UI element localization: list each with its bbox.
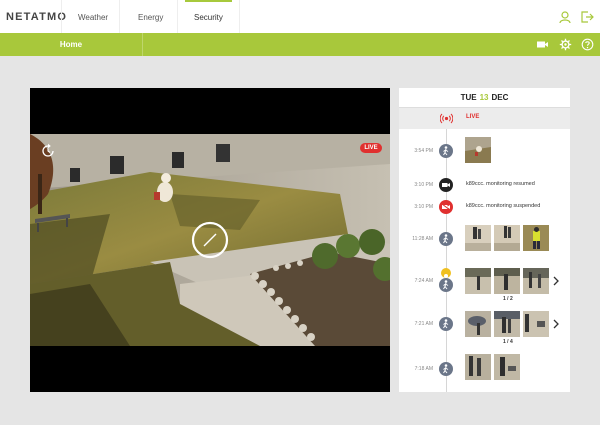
thumbnail-pager: 1 / 4: [503, 339, 513, 345]
person-icon: [439, 362, 453, 376]
timeline-date[interactable]: TUE 13 DEC: [399, 88, 570, 108]
event-thumbnail[interactable]: [465, 354, 491, 380]
live-video-player[interactable]: LIVE: [30, 88, 390, 392]
event-timeline-panel: TUE 13 DEC LIVE 3:54 PM 3:10 PM k89ccc. mo…: [399, 88, 570, 392]
person-icon: [439, 232, 453, 246]
event-time: 7:21 AM: [414, 321, 433, 327]
event-thumbnail[interactable]: [465, 268, 491, 294]
event-time: 7:18 AM: [414, 366, 433, 372]
live-badge: LIVE: [360, 143, 382, 153]
event-time: 3:10 PM: [414, 204, 433, 210]
nav-divider: [177, 0, 178, 33]
event-thumbnail[interactable]: [465, 311, 491, 337]
top-bar: NETATMO Weather Energy Security: [0, 0, 600, 33]
date-number: 13: [479, 93, 489, 102]
date-month: DEC: [491, 93, 509, 102]
nav-divider: [239, 0, 240, 33]
thumbnail-pager: 1 / 2: [503, 296, 513, 302]
tab-weather[interactable]: Weather: [78, 13, 108, 22]
person-icon: [439, 278, 453, 292]
event-time: 3:54 PM: [414, 148, 433, 154]
event-thumbnail[interactable]: [494, 354, 520, 380]
person-icon: [439, 317, 453, 331]
event-thumbnail[interactable]: [465, 137, 491, 163]
tab-energy[interactable]: Energy: [138, 13, 163, 22]
help-icon[interactable]: [581, 38, 594, 51]
chevron-right-icon[interactable]: [552, 319, 560, 329]
event-thumbnail[interactable]: [465, 225, 491, 251]
tab-security[interactable]: Security: [185, 0, 232, 22]
event-time: 11:28 AM: [412, 236, 433, 242]
alert-dot-icon: [441, 268, 451, 278]
chevron-right-icon[interactable]: [552, 276, 560, 286]
event-thumbnail[interactable]: [494, 268, 520, 294]
event-thumbnail[interactable]: [523, 311, 549, 337]
live-label: LIVE: [466, 114, 480, 120]
event-thumbnail[interactable]: [523, 225, 549, 251]
logout-icon[interactable]: [580, 10, 594, 24]
replay-icon[interactable]: [40, 143, 56, 159]
timeline-live-row[interactable]: LIVE: [399, 108, 570, 129]
netatmo-logo[interactable]: NETATMO: [6, 11, 67, 23]
video-camera-icon[interactable]: [536, 38, 549, 51]
event-thumbnail[interactable]: [494, 311, 520, 337]
date-day: TUE: [460, 93, 477, 102]
person-icon: [439, 144, 453, 158]
nav-divider: [61, 0, 62, 33]
camera-icon: [439, 178, 453, 192]
camera-off-icon: [439, 200, 453, 214]
play-ring-icon[interactable]: [190, 220, 230, 260]
event-description: k89ccc. monitoring suspended: [466, 203, 541, 209]
event-time: 3:10 PM: [414, 182, 433, 188]
gear-icon[interactable]: [559, 38, 572, 51]
user-icon[interactable]: [558, 10, 572, 24]
event-thumbnail[interactable]: [523, 268, 549, 294]
timeline-line: [446, 129, 447, 392]
event-thumbnail[interactable]: [494, 225, 520, 251]
event-description: k89ccc. monitoring resumed: [466, 181, 535, 187]
sub-navigation-bar: Home: [0, 33, 600, 56]
nav-divider: [119, 0, 120, 33]
live-broadcast-icon: [440, 113, 453, 124]
home-selector[interactable]: Home: [0, 33, 143, 56]
event-time: 7:24 AM: [414, 278, 433, 284]
